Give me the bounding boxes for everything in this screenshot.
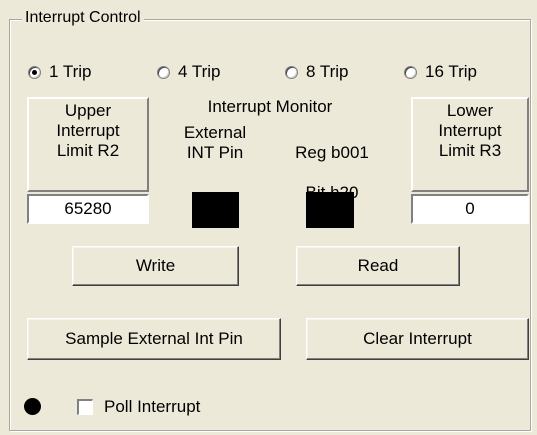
radio-8-trip[interactable]: 8 Trip [285, 62, 349, 82]
group-title: Interrupt Control [22, 8, 144, 28]
poll-status-indicator [24, 398, 41, 415]
poll-interrupt-checkbox[interactable] [77, 399, 93, 415]
sample-external-int-pin-button[interactable]: Sample External Int Pin [27, 318, 281, 360]
lower-limit-label: Lower Interrupt Limit R3 [411, 97, 529, 192]
radio-label: 8 Trip [306, 62, 349, 81]
lower-limit-input[interactable] [411, 194, 529, 224]
radio-indicator[interactable] [404, 65, 417, 79]
radio-16-trip[interactable]: 16 Trip [404, 62, 477, 82]
poll-interrupt-label[interactable]: Poll Interrupt [104, 397, 200, 417]
radio-1-trip[interactable]: 1 Trip [28, 62, 92, 82]
radio-label: 4 Trip [178, 62, 221, 81]
write-button[interactable]: Write [72, 246, 239, 286]
external-int-pin-led [192, 192, 239, 228]
upper-limit-label: Upper Interrupt Limit R2 [27, 97, 149, 192]
read-button[interactable]: Read [296, 246, 460, 286]
external-int-pin-label: External INT Pin [183, 123, 247, 162]
interrupt-monitor-title: Interrupt Monitor [207, 97, 333, 116]
radio-label: 16 Trip [425, 62, 477, 81]
clear-interrupt-button[interactable]: Clear Interrupt [306, 318, 529, 360]
radio-indicator[interactable] [285, 65, 298, 79]
reg-bit-led [306, 192, 354, 228]
reg-label-line1: Reg b001 [295, 143, 369, 162]
radio-indicator[interactable] [157, 65, 170, 79]
radio-label: 1 Trip [49, 62, 92, 81]
radio-indicator[interactable] [28, 65, 41, 79]
radio-4-trip[interactable]: 4 Trip [157, 62, 221, 82]
upper-limit-input[interactable] [27, 194, 149, 224]
